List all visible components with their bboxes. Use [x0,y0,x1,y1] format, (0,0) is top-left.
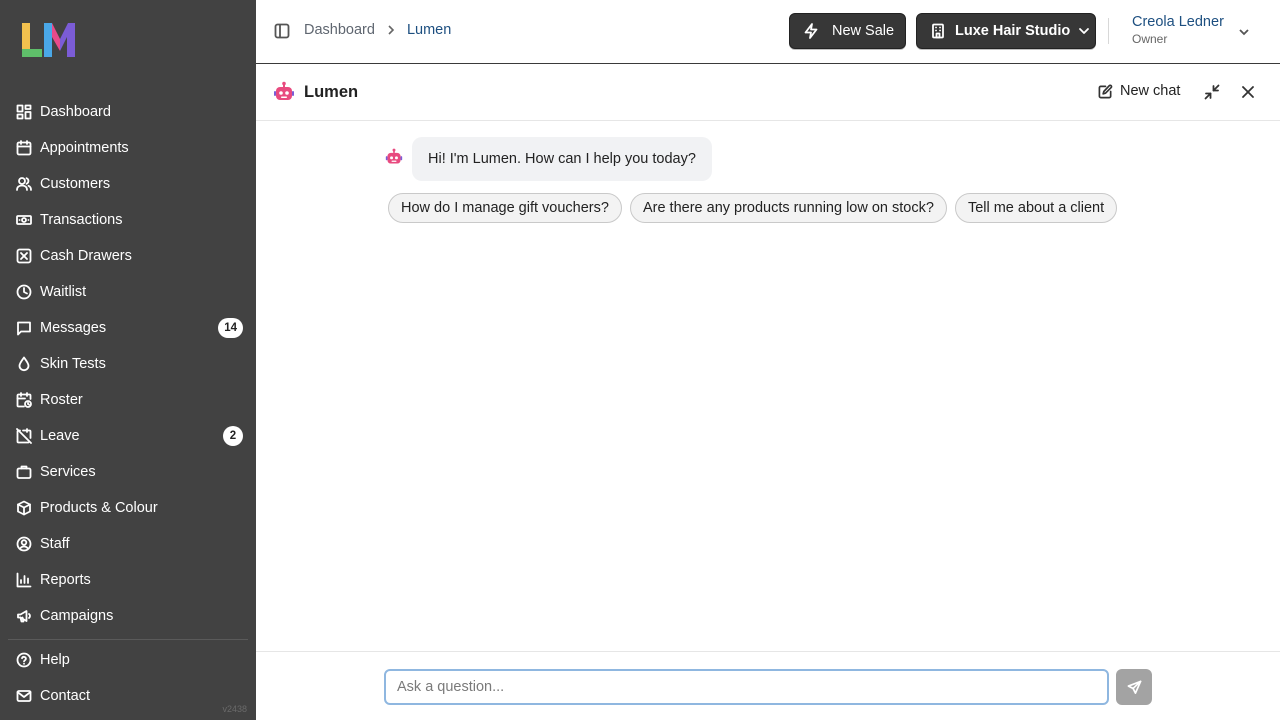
sidebar-item-label: Dashboard [40,104,111,120]
chat-input-area [256,651,1280,720]
chevron-down-icon[interactable] [1238,25,1250,37]
sidebar-item-label: Transactions [40,212,123,228]
suggestion-chip[interactable]: Tell me about a client [954,193,1118,223]
new-sale-button[interactable]: New Sale [789,13,906,49]
new-chat-label: New chat [1120,83,1181,99]
sidebar-item-waitlist[interactable]: Waitlist [0,274,256,310]
calendar-clock-icon [16,392,32,408]
sidebar-item-roster[interactable]: Roster [0,382,256,418]
send-icon [1127,680,1141,694]
breadcrumb-current: Lumen [406,22,452,38]
sidebar-item-contact[interactable]: Contact [0,678,256,714]
sidebar-item-label: Appointments [40,140,129,156]
mail-icon [16,688,32,704]
suggestion-chips: How do I manage gift vouchers? Are there… [388,193,1118,223]
sidebar-item-help[interactable]: Help [0,642,256,678]
users-icon [16,176,32,192]
new-sale-label: New Sale [832,23,895,39]
robot-icon [385,148,403,166]
calendar-off-icon [16,428,32,444]
user-name: Creola Ledner [1132,14,1224,30]
chat-header: Lumen New chat [256,64,1280,121]
robot-icon [273,81,295,103]
sidebar-item-cash-drawers[interactable]: Cash Drawers [0,238,256,274]
sidebar-item-messages[interactable]: Messages 14 [0,310,256,346]
app-logo[interactable] [22,21,76,59]
sidebar-item-label: Roster [40,392,83,408]
dashboard-icon [16,104,32,120]
bar-chart-icon [16,572,32,588]
sidebar-item-customers[interactable]: Customers [0,166,256,202]
messages-count-badge: 14 [218,318,243,338]
sidebar-item-label: Products & Colour [40,500,158,516]
app-version: v2438 [222,704,247,714]
calendar-icon [16,140,32,156]
breadcrumb: Dashboard Lumen [304,22,451,38]
chat-title: Lumen [304,83,359,101]
sidebar-toggle-icon[interactable] [274,23,290,39]
sidebar-item-label: Cash Drawers [40,248,132,264]
sidebar-item-label: Campaigns [40,608,114,624]
sidebar-item-appointments[interactable]: Appointments [0,130,256,166]
sidebar-nav: Dashboard Appointments Customers Transac… [0,94,256,634]
clock-icon [16,284,32,300]
sidebar-item-label: Contact [40,688,90,704]
sidebar-item-services[interactable]: Services [0,454,256,490]
sidebar-item-label: Leave [40,428,80,444]
chevron-down-icon [1079,28,1090,34]
leave-count-badge: 2 [223,426,243,446]
megaphone-icon [16,608,32,624]
sidebar-item-label: Skin Tests [40,356,106,372]
cash-drawer-icon [16,248,32,264]
new-chat-button[interactable]: New chat [1098,83,1180,99]
sidebar-item-label: Waitlist [40,284,87,300]
sidebar-item-campaigns[interactable]: Campaigns [0,598,256,634]
building-icon [932,23,944,39]
studio-label: Luxe Hair Studio [955,23,1071,39]
sidebar-divider [8,639,248,640]
topbar-divider [1108,18,1109,44]
sidebar-item-dashboard[interactable]: Dashboard [0,94,256,130]
sidebar-item-label: Services [40,464,96,480]
sidebar-item-leave[interactable]: Leave 2 [0,418,256,454]
package-icon [16,500,32,516]
sidebar: Dashboard Appointments Customers Transac… [0,0,256,720]
user-menu[interactable]: Creola Ledner Owner [1132,14,1224,46]
sidebar-bottom-nav: Help Contact [0,642,256,714]
message-icon [16,320,32,336]
help-circle-icon [16,652,32,668]
user-role: Owner [1132,32,1168,46]
sidebar-item-label: Reports [40,572,91,588]
sidebar-item-skin-tests[interactable]: Skin Tests [0,346,256,382]
sidebar-item-label: Customers [40,176,111,192]
chevron-right-icon [387,25,395,35]
droplet-icon [16,356,32,372]
briefcase-icon [16,464,32,480]
assistant-message: Hi! I'm Lumen. How can I help you today? [412,137,712,181]
suggestion-chip[interactable]: Are there any products running low on st… [629,193,947,223]
sidebar-item-label: Help [40,652,70,668]
lightning-icon [804,23,818,39]
sidebar-item-transactions[interactable]: Transactions [0,202,256,238]
studio-selector[interactable]: Luxe Hair Studio [916,13,1096,49]
top-bar: Dashboard Lumen New Sale Luxe Hair Studi… [256,0,1280,64]
minimize-icon[interactable] [1204,84,1220,100]
sidebar-item-reports[interactable]: Reports [0,562,256,598]
suggestion-chip[interactable]: How do I manage gift vouchers? [388,193,622,223]
send-button[interactable] [1116,669,1152,705]
user-circle-icon [16,536,32,552]
breadcrumb-dashboard[interactable]: Dashboard [304,22,375,38]
question-input[interactable] [384,669,1109,705]
edit-icon [1098,83,1113,98]
banknote-icon [16,212,32,228]
sidebar-item-label: Staff [40,536,70,552]
sidebar-item-staff[interactable]: Staff [0,526,256,562]
sidebar-item-products-colour[interactable]: Products & Colour [0,490,256,526]
sidebar-item-label: Messages [40,320,107,336]
close-icon[interactable] [1240,84,1256,100]
